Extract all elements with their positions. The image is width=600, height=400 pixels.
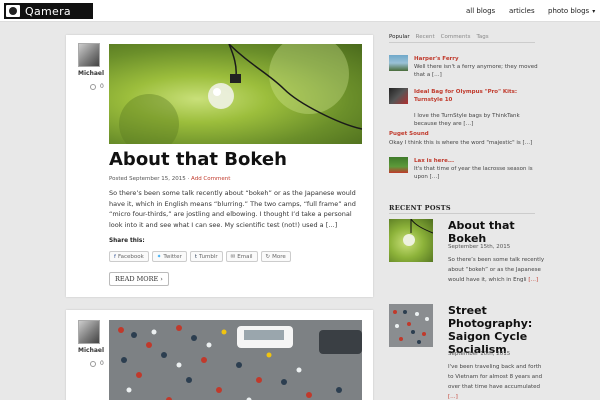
recent-post-excerpt: So there’s been some talk recently about… xyxy=(448,255,548,285)
camera-icon xyxy=(6,5,20,17)
divider xyxy=(389,42,535,43)
recent-post-excerpt: I've been traveling back and forth to Vi… xyxy=(448,362,548,400)
popular-title[interactable]: Harper's Ferry xyxy=(414,55,539,63)
popular-thumbnail[interactable] xyxy=(389,55,408,71)
recent-post-title[interactable]: Street Photography: Saigon Cycle Sociali… xyxy=(448,304,548,356)
tumblr-icon: t xyxy=(194,253,197,260)
popular-thumbnail[interactable] xyxy=(389,157,408,173)
share-twitter-button[interactable]: ✦ Twitter xyxy=(151,251,187,262)
comment-count-value: 0 xyxy=(100,83,104,90)
post-date: Posted September 15, 2015 · xyxy=(109,176,192,182)
author-name[interactable]: Michael xyxy=(78,70,104,77)
lightbulb-photo xyxy=(119,44,362,144)
site-logo[interactable]: Qamera xyxy=(4,3,93,19)
post-title[interactable]: About that Bokeh xyxy=(109,149,287,170)
divider xyxy=(389,213,535,214)
recent-post-title[interactable]: About that Bokeh xyxy=(448,219,548,245)
sidebar-tabs: Popular Recent Comments Tags xyxy=(389,34,489,40)
facebook-icon: f xyxy=(114,253,116,260)
read-more-button[interactable]: READ MORE › xyxy=(109,272,169,286)
tab-comments[interactable]: Comments xyxy=(441,34,471,40)
nav-articles[interactable]: articles xyxy=(509,0,535,22)
author-avatar[interactable] xyxy=(78,43,100,67)
share-label: Twitter xyxy=(163,253,182,260)
share-buttons: f Facebook ✦ Twitter t Tumblr ✉ Email ↻ More xyxy=(109,251,291,262)
share-heading: Share this: xyxy=(109,238,145,244)
share-label: Email xyxy=(237,253,253,260)
author-avatar[interactable] xyxy=(78,320,100,344)
post-meta: Posted September 15, 2015 · Add Comment xyxy=(109,176,230,182)
nav-label: articles xyxy=(509,7,535,15)
post-card: Michael 0 xyxy=(66,310,373,400)
post-card: Michael 0 About that Bokeh Posted Septem… xyxy=(66,35,373,297)
nav-label: photo blogs xyxy=(548,7,590,15)
share-label: More xyxy=(272,253,286,260)
post-featured-image[interactable] xyxy=(109,320,362,400)
popular-title[interactable]: Ideal Bag for Olympus "Pro" Kits: Turnst… xyxy=(414,88,539,104)
share-email-button[interactable]: ✉ Email xyxy=(225,251,258,262)
lightbulb-thumb xyxy=(403,218,434,246)
recent-thumbnail[interactable] xyxy=(389,218,434,262)
comment-bubble-icon xyxy=(90,83,96,90)
nav-label: all blogs xyxy=(466,7,496,15)
read-more-link[interactable]: […] xyxy=(448,394,458,400)
recent-post-date: September 15th, 2015 xyxy=(448,244,511,250)
comment-count[interactable]: 0 xyxy=(90,83,104,90)
read-more-link[interactable]: […] xyxy=(528,277,538,283)
nav-photo-blogs[interactable]: photo blogs ▾ xyxy=(548,0,595,22)
popular-thumbnail[interactable] xyxy=(389,88,408,104)
popular-excerpt: Okay I think this is where the word "maj… xyxy=(389,140,533,146)
post-excerpt: So there’s been some talk recently about… xyxy=(109,189,356,229)
tab-popular[interactable]: Popular xyxy=(389,34,410,40)
comment-count-value: 0 xyxy=(100,360,104,367)
motorbike-crowd-photo xyxy=(109,320,362,400)
recent-post-date: September 10th, 2015 xyxy=(448,351,511,357)
popular-excerpt: It's that time of year the lacrosse seas… xyxy=(414,166,533,180)
share-facebook-button[interactable]: f Facebook xyxy=(109,251,149,262)
share-label: Tumblr xyxy=(199,253,218,260)
twitter-icon: ✦ xyxy=(156,253,162,260)
popular-excerpt: I love the TurnStyle bags by ThinkTank b… xyxy=(414,113,520,127)
author-name[interactable]: Michael xyxy=(78,347,104,354)
recent-posts-heading: RECENT POSTS xyxy=(389,204,451,212)
share-more-icon: ↻ xyxy=(265,253,271,260)
comment-count[interactable]: 0 xyxy=(90,360,104,367)
recent-thumbnail[interactable] xyxy=(389,304,433,347)
share-tumblr-button[interactable]: t Tumblr xyxy=(189,251,223,262)
tab-tags[interactable]: Tags xyxy=(476,34,488,40)
add-comment-link[interactable]: Add Comment xyxy=(191,176,230,182)
comment-bubble-icon xyxy=(90,360,96,367)
share-label: Facebook xyxy=(117,253,144,260)
chevron-down-icon: ▾ xyxy=(592,7,596,15)
top-bar: Qamera all blogs articles photo blogs ▾ xyxy=(0,0,600,22)
popular-excerpt: Well there isn't a ferry anymore; they m… xyxy=(414,64,538,78)
popular-title[interactable]: Lax is here... xyxy=(414,157,539,165)
motorbike-thumb xyxy=(393,310,429,344)
logo-text: Qamera xyxy=(25,4,71,18)
nav-all-blogs[interactable]: all blogs xyxy=(466,0,495,22)
tab-recent[interactable]: Recent xyxy=(416,34,435,40)
email-icon: ✉ xyxy=(230,253,236,260)
popular-title[interactable]: Puget Sound xyxy=(389,130,514,138)
share-more-button[interactable]: ↻ More xyxy=(260,251,291,262)
excerpt-text: I've been traveling back and forth to Vi… xyxy=(448,364,543,390)
post-featured-image[interactable] xyxy=(109,44,362,144)
